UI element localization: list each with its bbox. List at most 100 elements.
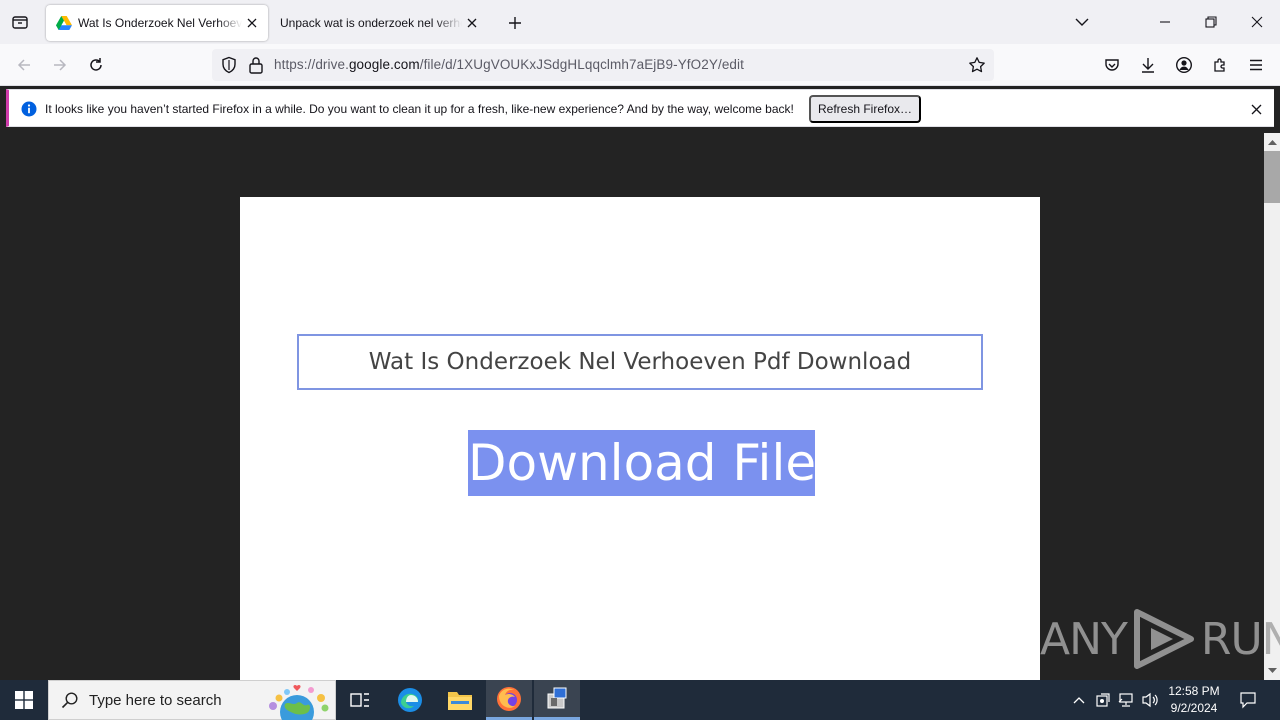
lock-icon bbox=[249, 57, 263, 74]
site-info-button[interactable] bbox=[248, 56, 264, 79]
tab-active[interactable]: Wat Is Onderzoek Nel Verhoeven Pdf Downl… bbox=[46, 5, 268, 41]
close-window-button[interactable] bbox=[1245, 10, 1269, 34]
installer-icon bbox=[547, 687, 567, 708]
notification-center-button[interactable] bbox=[1234, 680, 1262, 720]
minimize-button[interactable] bbox=[1153, 10, 1177, 34]
url-bar[interactable]: https://drive.google.com/file/d/1XUgVOUK… bbox=[212, 49, 994, 81]
show-hidden-icons-button[interactable] bbox=[1068, 680, 1090, 720]
plus-icon bbox=[509, 17, 521, 29]
task-view-icon bbox=[350, 693, 369, 707]
pocket-icon bbox=[1105, 59, 1119, 71]
document-title: Wat Is Onderzoek Nel Verhoeven Pdf Downl… bbox=[368, 349, 912, 375]
taskbar-firefox[interactable] bbox=[486, 680, 532, 720]
taskbar-edge[interactable] bbox=[386, 680, 434, 720]
tab-list-icon bbox=[12, 16, 28, 29]
tab-bar: Wat Is Onderzoek Nel Verhoeven Pdf Downl… bbox=[0, 0, 1280, 44]
network-icon bbox=[1118, 693, 1133, 707]
bookmark-star-button[interactable] bbox=[968, 56, 986, 79]
firefox-icon bbox=[497, 686, 521, 711]
menu-icon bbox=[1250, 59, 1262, 71]
task-view-button[interactable] bbox=[336, 680, 384, 720]
close-icon bbox=[467, 18, 477, 28]
url-path: /file/d/1XUgVOUKxJSdgHLqqclmh7aEjB9-YfO2… bbox=[419, 57, 744, 72]
scroll-thumb[interactable] bbox=[1264, 151, 1280, 203]
clock-date: 9/2/2024 bbox=[1170, 701, 1218, 715]
url-prefix: https://drive. bbox=[274, 57, 349, 72]
notification-bar: It looks like you haven’t started Firefo… bbox=[6, 89, 1274, 127]
volume-icon bbox=[1142, 692, 1158, 708]
network-button[interactable] bbox=[1116, 680, 1138, 720]
account-icon bbox=[1175, 56, 1193, 74]
anyrun-watermark: ANY RUN bbox=[1040, 606, 1280, 672]
restore-button[interactable] bbox=[1199, 10, 1223, 34]
restore-icon bbox=[1205, 16, 1217, 28]
volume-button[interactable] bbox=[1140, 680, 1162, 720]
notification-icon bbox=[1240, 692, 1256, 709]
refresh-firefox-button[interactable]: Refresh Firefox… bbox=[809, 95, 921, 123]
back-button[interactable] bbox=[11, 52, 37, 78]
reload-button[interactable] bbox=[83, 52, 109, 78]
page-content: Wat Is Onderzoek Nel Verhoeven Pdf Downl… bbox=[0, 133, 1264, 680]
edge-icon bbox=[398, 688, 422, 712]
download-icon bbox=[1142, 58, 1154, 73]
navigation-toolbar: https://drive.google.com/file/d/1XUgVOUK… bbox=[0, 44, 1280, 86]
document-page: Wat Is Onderzoek Nel Verhoeven Pdf Downl… bbox=[240, 197, 1040, 680]
info-icon-wrap bbox=[21, 101, 37, 122]
tab-inactive[interactable]: Unpack wat is onderzoek nel verhoeven bbox=[270, 5, 488, 41]
tab-title: Unpack wat is onderzoek nel verhoeven bbox=[280, 16, 462, 30]
start-button[interactable] bbox=[0, 680, 48, 720]
back-icon bbox=[17, 59, 30, 71]
watermark-text-right: RUN bbox=[1200, 613, 1280, 665]
account-button[interactable] bbox=[1171, 52, 1197, 78]
forward-button[interactable] bbox=[47, 52, 73, 78]
tray-app-button[interactable] bbox=[1092, 680, 1114, 720]
extensions-button[interactable] bbox=[1207, 52, 1233, 78]
shield-icon bbox=[222, 56, 236, 74]
list-all-tabs-button[interactable] bbox=[1070, 10, 1094, 34]
file-explorer-icon bbox=[448, 692, 472, 710]
info-icon bbox=[21, 101, 37, 117]
google-drive-icon bbox=[56, 16, 72, 30]
search-highlight-globe-icon bbox=[269, 684, 329, 720]
extensions-icon bbox=[1214, 58, 1225, 72]
chevron-up-icon bbox=[1267, 140, 1277, 145]
taskbar-search-box[interactable]: Type here to search bbox=[48, 680, 336, 720]
tray-app-icon bbox=[1096, 693, 1110, 707]
taskbar-file-explorer[interactable] bbox=[436, 680, 484, 720]
tab-close-button[interactable] bbox=[462, 13, 482, 33]
watermark-text-left: ANY bbox=[1040, 613, 1128, 665]
downloads-button[interactable] bbox=[1135, 52, 1161, 78]
reload-icon bbox=[90, 58, 102, 71]
search-icon bbox=[61, 692, 78, 709]
close-icon bbox=[1251, 16, 1263, 28]
tray-chevron-icon bbox=[1073, 697, 1085, 704]
star-icon bbox=[969, 57, 985, 73]
taskbar-clock[interactable]: 12:58 PM 9/2/2024 bbox=[1160, 683, 1228, 717]
chevron-down-icon bbox=[1075, 18, 1089, 26]
tab-title: Wat Is Onderzoek Nel Verhoeven Pdf Downl… bbox=[78, 16, 242, 30]
tab-list-button[interactable] bbox=[8, 10, 32, 34]
url-text[interactable]: https://drive.google.com/file/d/1XUgVOUK… bbox=[274, 57, 744, 72]
url-host: google.com bbox=[348, 57, 420, 72]
notification-close-button[interactable] bbox=[1251, 102, 1262, 120]
taskbar: Type here to search 12:58 PM 9/2/2024 bbox=[0, 680, 1280, 720]
vertical-scrollbar[interactable] bbox=[1264, 133, 1280, 680]
tab-close-button[interactable] bbox=[242, 13, 262, 33]
search-placeholder: Type here to search bbox=[89, 691, 222, 709]
play-logo-icon bbox=[1133, 609, 1194, 669]
windows-start-icon bbox=[15, 691, 33, 709]
taskbar-installer[interactable] bbox=[534, 680, 580, 720]
scroll-up-arrow[interactable] bbox=[1267, 137, 1277, 147]
close-icon bbox=[247, 18, 257, 28]
download-file-link[interactable]: Download File bbox=[468, 430, 816, 496]
clock-time: 12:58 PM bbox=[1168, 684, 1220, 698]
new-tab-button[interactable] bbox=[504, 12, 526, 34]
tracking-protection-button[interactable] bbox=[220, 56, 238, 79]
minimize-icon bbox=[1160, 21, 1170, 23]
document-title-box: Wat Is Onderzoek Nel Verhoeven Pdf Downl… bbox=[297, 334, 983, 390]
pocket-button[interactable] bbox=[1099, 52, 1125, 78]
app-menu-button[interactable] bbox=[1243, 52, 1269, 78]
notification-message: It looks like you haven’t started Firefo… bbox=[45, 102, 794, 116]
close-icon bbox=[1251, 104, 1262, 115]
forward-icon bbox=[54, 59, 67, 71]
